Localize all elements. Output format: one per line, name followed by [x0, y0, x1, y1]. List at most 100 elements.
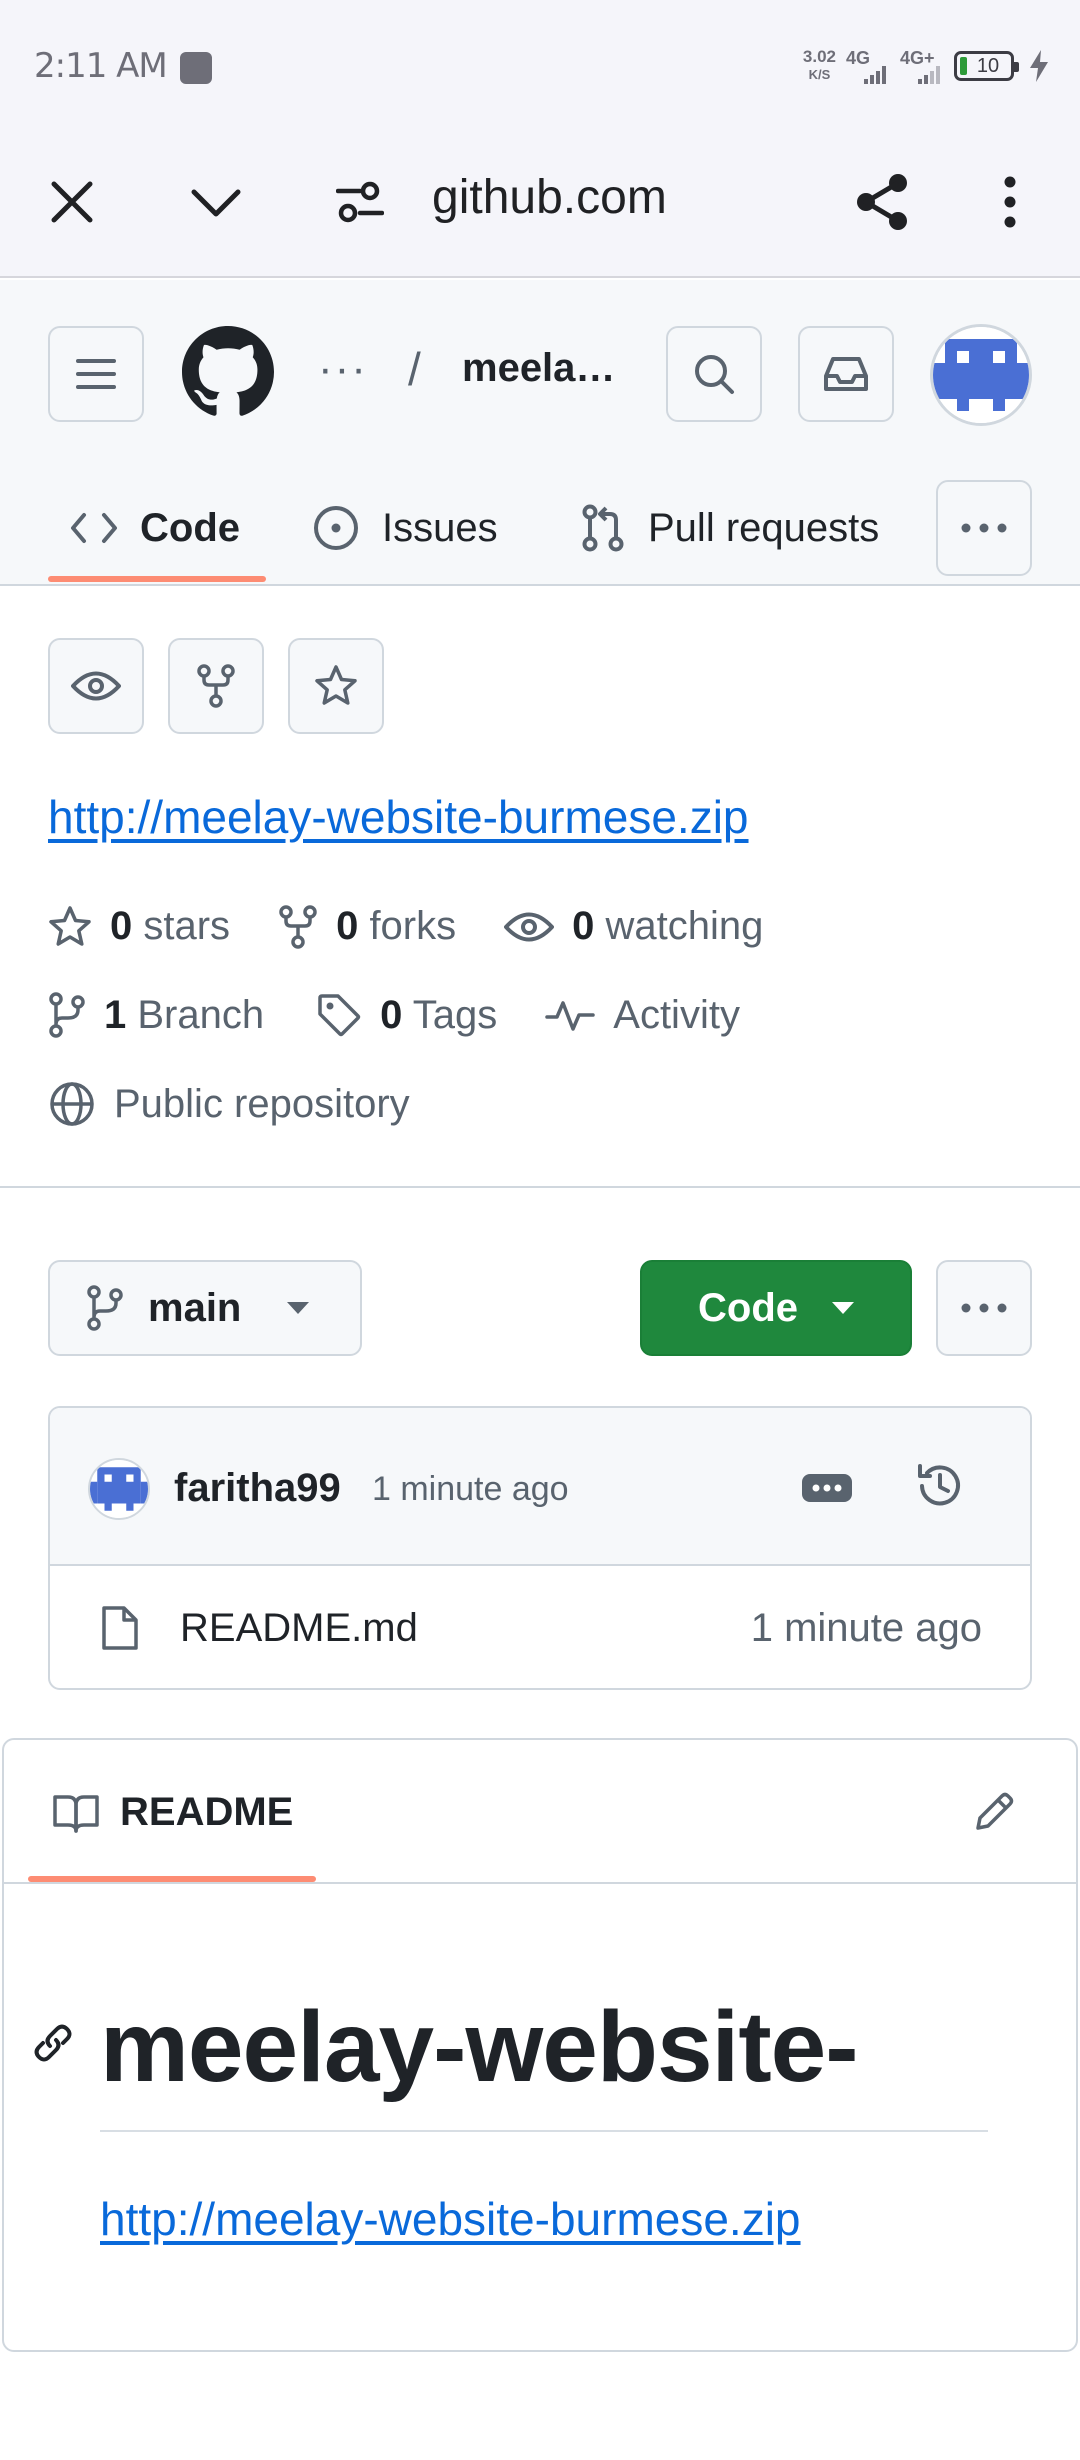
sim2-signal-icon: 4G+	[900, 46, 944, 86]
globe-icon	[50, 1082, 94, 1126]
network-speed: 3.02 K/S	[803, 48, 836, 84]
watch-button[interactable]	[48, 638, 144, 734]
charging-icon	[1030, 50, 1048, 82]
share-icon	[857, 174, 907, 230]
ellipsis-icon	[812, 1484, 842, 1492]
stars-label: stars	[143, 904, 231, 948]
latest-commit-row: faritha99 1 minute ago	[50, 1408, 1030, 1566]
search-button[interactable]	[666, 326, 762, 422]
user-avatar[interactable]	[930, 324, 1032, 426]
minimize-button[interactable]	[180, 166, 252, 238]
star-button[interactable]	[288, 638, 384, 734]
open-menu-button[interactable]	[48, 326, 144, 422]
branch-label: Branch	[137, 992, 265, 1037]
caret-down-icon	[287, 1302, 310, 1314]
readme-tab-label: README	[120, 1790, 294, 1834]
file-row[interactable]: README.md 1 minute ago	[50, 1568, 1030, 1688]
commit-author[interactable]: faritha99	[174, 1466, 341, 1511]
activity-label: Activity	[613, 992, 740, 1037]
code-dropdown-button[interactable]: Code	[640, 1260, 912, 1356]
repo-website-link[interactable]: http://meelay-website-burmese.zip	[48, 790, 749, 844]
tab-code[interactable]: Code	[70, 470, 240, 586]
url-bar[interactable]: github.com	[432, 170, 667, 225]
readme-panel: README meelay-website- http://meelay-web…	[2, 1738, 1078, 2352]
readme-header: README	[4, 1740, 1076, 1884]
site-settings-button[interactable]	[324, 166, 396, 238]
repo-visibility-row: Public repository	[48, 1080, 410, 1128]
tab-pull-requests[interactable]: Pull requests	[580, 470, 879, 586]
tag-icon	[318, 994, 361, 1037]
breadcrumb-ellipsis[interactable]: ···	[318, 344, 368, 394]
tags-count: 0	[380, 992, 403, 1037]
commit-time: 1 minute ago	[372, 1470, 569, 1508]
tab-issues[interactable]: Issues	[312, 470, 498, 586]
branch-icon	[49, 992, 85, 1038]
tags-link[interactable]: 0 Tags	[316, 992, 497, 1038]
hamburger-icon	[76, 359, 116, 389]
watching-link[interactable]: 0 watching	[504, 904, 763, 949]
issue-opened-icon	[314, 506, 358, 550]
tags-label: Tags	[412, 992, 498, 1037]
browser-menu-button[interactable]	[974, 166, 1046, 238]
caret-down-icon	[832, 1302, 854, 1314]
repo-refs-row: 1 Branch 0 Tags Activity	[48, 992, 740, 1038]
code-button-label: Code	[698, 1285, 798, 1330]
pull-request-icon	[582, 504, 624, 552]
forks-count: 0	[336, 904, 359, 948]
repo-more-button[interactable]	[936, 1260, 1032, 1356]
fork-icon	[197, 664, 235, 708]
github-logo[interactable]	[182, 326, 274, 418]
tab-code-label: Code	[140, 505, 240, 550]
commit-author-avatar[interactable]	[88, 1458, 150, 1520]
status-bar: 2:11 AM 3.02 K/S 4G 4G+ 10	[0, 0, 1080, 130]
branches-link[interactable]: 1 Branch	[48, 992, 264, 1038]
link-icon[interactable]	[30, 2020, 76, 2066]
pencil-icon[interactable]	[972, 1790, 1016, 1834]
search-icon	[695, 355, 734, 394]
tab-issues-label: Issues	[382, 505, 498, 550]
network-speed-value: 3.02	[802, 47, 836, 66]
chevron-down-icon	[191, 189, 241, 217]
file-name[interactable]: README.md	[180, 1606, 418, 1651]
stars-count: 0	[110, 904, 133, 948]
battery-icon: 10	[954, 51, 1019, 81]
star-icon	[315, 665, 357, 705]
repo-nav-tabs: Code Issues Pull requests	[0, 470, 1080, 586]
visibility-label: Public repository	[114, 1081, 410, 1126]
inbox-icon	[824, 357, 868, 391]
network-speed-unit: K/S	[808, 67, 831, 82]
stars-link[interactable]: 0 stars	[48, 904, 230, 949]
forks-label: forks	[369, 904, 457, 948]
share-button[interactable]	[846, 166, 918, 238]
status-indicators: 3.02 K/S 4G 4G+ 10	[803, 44, 1050, 88]
eye-icon	[71, 671, 121, 701]
status-time: 2:11 AM	[34, 46, 168, 86]
branch-selector[interactable]: main	[48, 1260, 362, 1356]
breadcrumb-repo-name[interactable]: meela…	[462, 346, 615, 391]
more-tabs-button[interactable]	[936, 480, 1032, 576]
readme-link[interactable]: http://meelay-website-burmese.zip	[100, 2192, 801, 2246]
kebab-horizontal-icon	[961, 523, 1007, 533]
file-time: 1 minute ago	[750, 1606, 982, 1650]
close-tab-button[interactable]	[36, 166, 108, 238]
inbox-button[interactable]	[798, 326, 894, 422]
fork-icon	[279, 904, 317, 949]
readme-tab-indicator	[28, 1876, 316, 1882]
commit-message-toggle[interactable]	[802, 1474, 852, 1502]
section-divider	[0, 1186, 1080, 1188]
browser-toolbar: github.com	[0, 130, 1080, 278]
repo-stats-row: 0 stars 0 forks 0 watching	[48, 904, 763, 949]
fork-button[interactable]	[168, 638, 264, 734]
forks-link[interactable]: 0 forks	[278, 904, 456, 949]
readme-heading: meelay-website-	[100, 1991, 859, 2103]
activity-link[interactable]: Activity	[545, 993, 740, 1038]
branch-icon	[87, 1285, 123, 1331]
branch-count: 1	[104, 992, 127, 1037]
watching-label: watching	[605, 904, 764, 948]
history-icon[interactable]	[914, 1460, 966, 1512]
tab-pull-requests-label: Pull requests	[648, 505, 880, 550]
sim1-signal-icon: 4G	[846, 46, 890, 86]
battery-level: 10	[976, 54, 1000, 77]
star-icon	[49, 905, 91, 946]
readme-tab[interactable]: README	[52, 1790, 293, 1835]
